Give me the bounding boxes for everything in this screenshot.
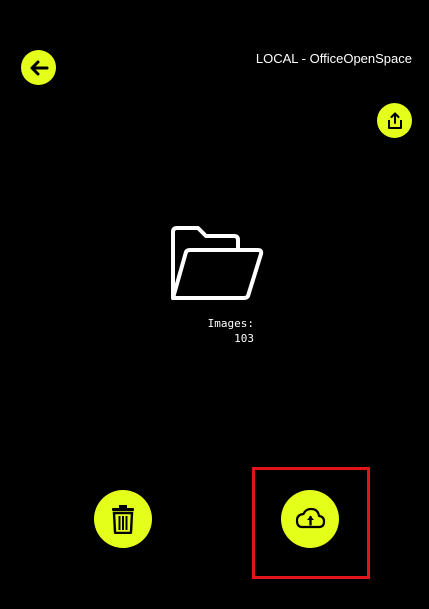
- share-button[interactable]: [377, 103, 412, 138]
- back-button[interactable]: [21, 50, 56, 85]
- trash-icon: [112, 505, 134, 534]
- location-label: LOCAL - OfficeOpenSpace: [255, 51, 412, 66]
- arrow-left-icon: [30, 60, 48, 75]
- images-label: Images:: [207, 317, 254, 330]
- cloud-upload-icon: [295, 507, 326, 529]
- images-count: 103: [234, 332, 254, 345]
- cloud-upload-button[interactable]: [281, 490, 339, 548]
- open-folder-icon: [171, 226, 264, 300]
- delete-button[interactable]: [94, 490, 152, 548]
- share-export-icon: [387, 112, 402, 129]
- images-info: Images: 103: [180, 316, 254, 346]
